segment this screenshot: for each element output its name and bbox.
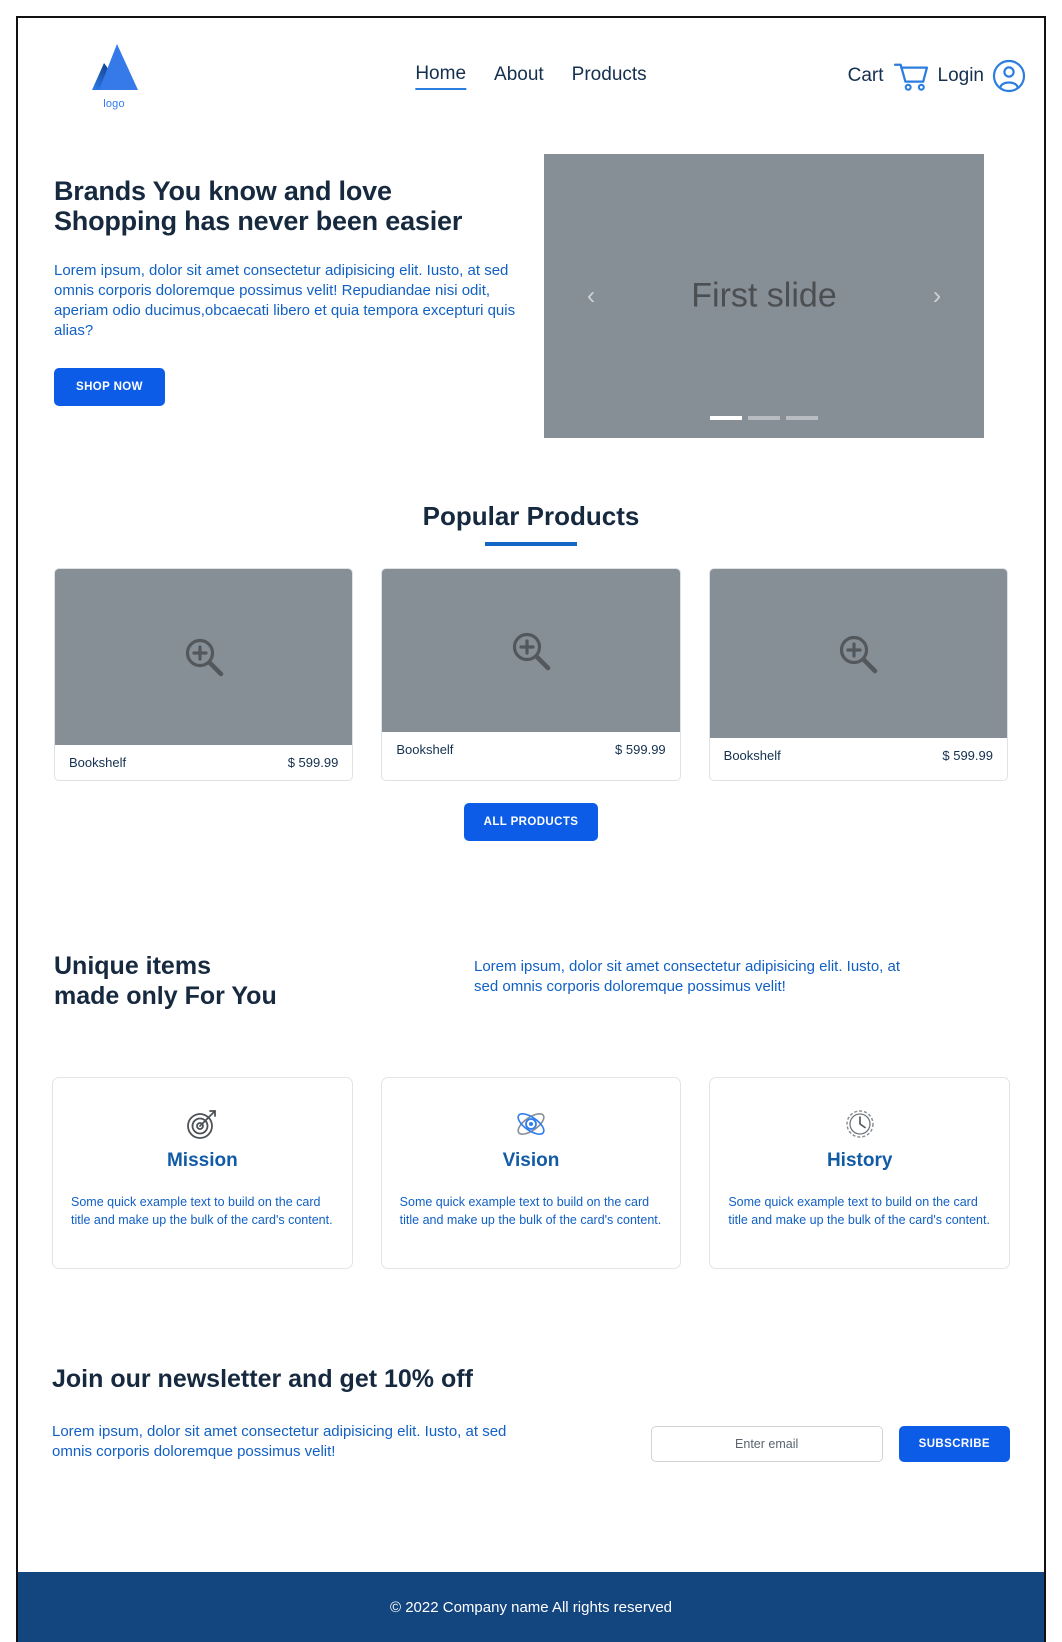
hero-title-line1: Brands You know and love (54, 176, 392, 206)
carousel-caption: First slide (691, 276, 837, 315)
product-card[interactable]: Bookshelf $ 599.99 (381, 568, 681, 781)
hero-title: Brands You know and love Shopping has ne… (54, 176, 524, 236)
cart-label[interactable]: Cart (848, 65, 884, 87)
product-card[interactable]: Bookshelf $ 599.99 (54, 568, 354, 781)
product-price: $ 599.99 (942, 748, 993, 763)
newsletter-form: SUBSCRIBE (650, 1422, 1010, 1462)
unique-items-copy: Lorem ipsum, dolor sit amet consectetur … (474, 958, 901, 996)
header-actions: Cart Login (848, 59, 1026, 93)
feature-icon-wrap (71, 1104, 334, 1144)
feature-card-mission: Mission Some quick example text to build… (52, 1077, 353, 1269)
feature-icon-wrap (728, 1104, 991, 1144)
feature-card-history: History Some quick example text to build… (709, 1077, 1011, 1269)
footer-copyright: © 2022 Company name All rights reserved (389, 1598, 673, 1616)
newsletter-section: Join our newsletter and get 10% off Lore… (18, 1365, 1044, 1463)
newsletter-row: Lorem ipsum, dolor sit amet consectetur … (52, 1422, 1010, 1463)
newsletter-title: Join our newsletter and get 10% off (52, 1365, 473, 1393)
carousel-indicator-1[interactable] (710, 416, 742, 420)
nav-item-home[interactable]: Home (415, 63, 467, 90)
unique-title-line1: Unique items (54, 952, 211, 980)
nav-item-about[interactable]: About (494, 64, 544, 89)
product-price: $ 599.99 (615, 742, 666, 757)
magnifier-plus-icon (512, 632, 551, 670)
nav-item-products[interactable]: Products (572, 64, 647, 89)
page-title-popular-products: Popular Products (422, 501, 640, 531)
product-name: Bookshelf (723, 748, 781, 763)
feature-text: Some quick example text to build on the … (71, 1195, 333, 1227)
site-footer: © 2022 Company name All rights reserved (18, 1572, 1044, 1642)
product-grid: Bookshelf $ 599.99 Bookshelf $ 599.99 Bo… (18, 568, 1044, 781)
brand-label: logo (103, 98, 125, 110)
atlassian-peaks-logo-icon (92, 44, 138, 90)
feature-title: Mission (166, 1150, 238, 1171)
section-underline (485, 542, 577, 546)
unique-items-section: Unique items made only For You Lorem ips… (18, 951, 1044, 1011)
product-meta: Bookshelf $ 599.99 (55, 745, 352, 780)
shopping-cart-icon[interactable] (892, 61, 930, 91)
feature-icon-wrap (400, 1104, 663, 1144)
page-root: logo Home About Products Cart Login Bran… (16, 16, 1046, 1642)
clock-history-icon (845, 1110, 874, 1138)
atom-orbit-icon (517, 1113, 545, 1135)
site-header: logo Home About Products Cart Login (18, 18, 1044, 134)
product-meta: Bookshelf $ 599.99 (710, 738, 1007, 773)
shop-now-button[interactable]: SHOP NOW (54, 368, 165, 407)
hero-text-column: Brands You know and love Shopping has ne… (54, 154, 524, 438)
carousel-indicators (544, 416, 984, 420)
email-field[interactable] (650, 1426, 883, 1462)
feature-card-grid: Mission Some quick example text to build… (18, 1077, 1044, 1269)
user-account-icon[interactable] (992, 59, 1026, 93)
product-thumbnail[interactable] (382, 569, 680, 732)
hero-copy: Lorem ipsum, dolor sit amet consectetur … (54, 262, 516, 340)
carousel-indicator-2[interactable] (748, 416, 780, 420)
product-meta: Bookshelf $ 599.99 (382, 732, 679, 767)
magnifier-plus-icon (840, 635, 878, 673)
hero-carousel[interactable]: ‹ First slide › (544, 154, 984, 438)
login-label[interactable]: Login (938, 65, 985, 87)
feature-title: History (826, 1150, 893, 1171)
unique-title-line2: made only For You (54, 982, 277, 1010)
main-nav: Home About Products (415, 63, 647, 90)
unique-items-title: Unique items made only For You (54, 951, 474, 1011)
product-thumbnail[interactable] (55, 569, 353, 745)
product-price: $ 599.99 (287, 755, 339, 770)
magnifier-plus-icon (185, 638, 223, 677)
product-name: Bookshelf (69, 755, 127, 770)
carousel-next-chevron-right-icon[interactable]: › (920, 282, 954, 311)
all-products-row: ALL PRODUCTS (18, 803, 1044, 841)
brand-logo[interactable]: logo (54, 42, 174, 110)
feature-title: Vision (502, 1150, 560, 1171)
all-products-button[interactable]: ALL PRODUCTS (463, 803, 599, 841)
target-bullseye-icon (187, 1110, 217, 1139)
subscribe-button[interactable]: SUBSCRIBE (898, 1426, 1010, 1462)
hero-section: Brands You know and love Shopping has ne… (18, 134, 1044, 438)
carousel-indicator-3[interactable] (786, 416, 818, 420)
hero-title-line2: Shopping has never been easier (54, 206, 463, 237)
feature-text: Some quick example text to build on the … (728, 1195, 990, 1227)
product-name: Bookshelf (396, 742, 454, 757)
product-thumbnail[interactable] (709, 569, 1007, 738)
newsletter-copy: Lorem ipsum, dolor sit amet consectetur … (52, 1423, 507, 1461)
feature-card-vision: Vision Some quick example text to build … (380, 1077, 682, 1269)
feature-text: Some quick example text to build on the … (399, 1195, 662, 1227)
popular-products-header: Popular Products (18, 501, 1044, 546)
product-card[interactable]: Bookshelf $ 599.99 (708, 568, 1008, 781)
